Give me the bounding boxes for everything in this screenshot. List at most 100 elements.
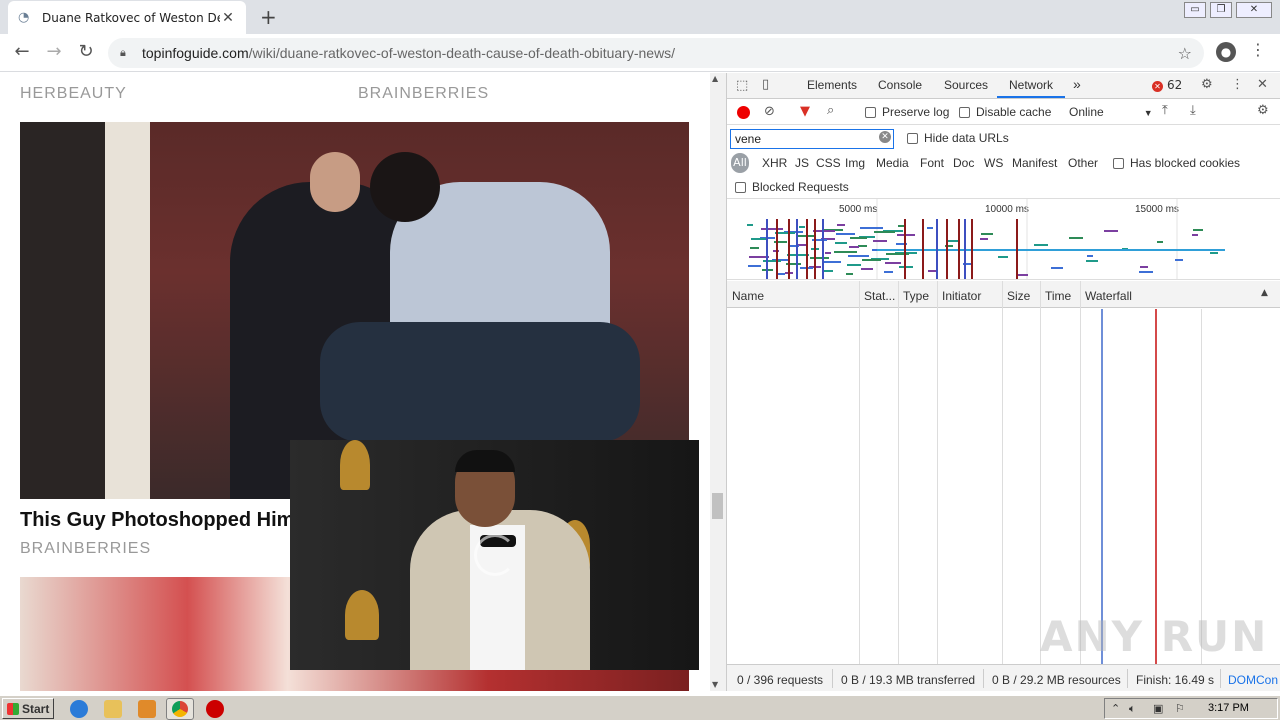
- column-initiator[interactable]: Initiator: [942, 289, 981, 303]
- column-divider[interactable]: [898, 281, 899, 664]
- tab-network[interactable]: Network: [1009, 78, 1053, 92]
- more-tabs-icon[interactable]: »: [1073, 76, 1081, 92]
- type-filter-ws[interactable]: WS: [984, 156, 1003, 170]
- windows-taskbar: Start ⌃ 🔈︎ ▣ ⚐ 3:17 PM: [0, 694, 1280, 720]
- account-avatar-icon[interactable]: ●: [1216, 42, 1236, 62]
- waterfall-gridline: [1201, 309, 1202, 664]
- column-status[interactable]: Stat...: [864, 289, 895, 303]
- load-line: [1155, 309, 1157, 664]
- search-icon[interactable]: ⌕: [827, 103, 834, 118]
- column-time[interactable]: Time: [1045, 289, 1071, 303]
- bookmark-star-icon[interactable]: ☆: [1178, 44, 1192, 63]
- blocked-requests-checkbox[interactable]: Blocked Requests: [735, 180, 849, 194]
- tab-sources[interactable]: Sources: [944, 78, 988, 92]
- clear-icon[interactable]: ⊘: [764, 104, 775, 119]
- settings-gear-icon[interactable]: ⚙: [1201, 77, 1213, 92]
- folder-icon[interactable]: [104, 700, 122, 718]
- filter-input[interactable]: vene: [730, 129, 894, 149]
- tab-console[interactable]: Console: [878, 78, 922, 92]
- browser-menu-icon[interactable]: ⋮: [1250, 40, 1266, 59]
- type-filter-font[interactable]: Font: [920, 156, 944, 170]
- type-filter-manifest[interactable]: Manifest: [1012, 156, 1057, 170]
- security-app-icon[interactable]: [206, 700, 224, 718]
- column-type[interactable]: Type: [903, 289, 929, 303]
- sort-ascending-icon[interactable]: ▲: [1261, 288, 1268, 298]
- media-player-icon[interactable]: [138, 700, 156, 718]
- filter-icon[interactable]: ▼: [800, 104, 810, 119]
- throttle-select[interactable]: Online ▼: [1069, 105, 1153, 119]
- devtools-menu-icon[interactable]: ⋮: [1231, 77, 1244, 92]
- column-divider[interactable]: [1040, 281, 1041, 664]
- column-divider[interactable]: [859, 281, 860, 664]
- type-filter-css[interactable]: CSS: [816, 156, 841, 170]
- system-tray: ⌃ 🔈︎ ▣ ⚐: [1104, 698, 1278, 719]
- loading-spinner-icon: [474, 534, 516, 576]
- error-icon: ✕: [1152, 81, 1163, 92]
- type-filter-xhr[interactable]: XHR: [762, 156, 787, 170]
- page-scrollbar[interactable]: [710, 73, 726, 691]
- browser-toolbar: ← → ↻ 🔒︎ topinfoguide.com/wiki/duane-rat…: [0, 34, 1280, 72]
- type-filter-media[interactable]: Media: [876, 156, 909, 170]
- ie-icon[interactable]: [70, 700, 88, 718]
- disable-cache-checkbox[interactable]: Disable cache: [959, 105, 1051, 119]
- tray-expand-icon[interactable]: ⌃: [1111, 702, 1120, 715]
- tab-elements[interactable]: Elements: [807, 78, 857, 92]
- column-name[interactable]: Name: [732, 289, 764, 303]
- new-tab-button[interactable]: +: [260, 5, 277, 29]
- network-icon[interactable]: ▣: [1153, 702, 1163, 715]
- source-label-herbeauty[interactable]: HERBEAUTY: [20, 85, 127, 103]
- minimize-button[interactable]: ▭: [1184, 2, 1206, 18]
- site-favicon-icon: ◔: [18, 9, 30, 25]
- inspect-element-icon[interactable]: ⬚: [736, 78, 748, 93]
- scrollbar-thumb[interactable]: [712, 493, 723, 519]
- chrome-taskbar-button[interactable]: [166, 698, 194, 720]
- network-settings-icon[interactable]: ⚙: [1257, 103, 1269, 118]
- windows-logo-icon: [7, 702, 19, 715]
- status-domcontentloaded: DOMCon: [1228, 673, 1279, 687]
- floating-video-player[interactable]: [290, 440, 699, 670]
- column-divider[interactable]: [1080, 281, 1081, 664]
- scroll-up-arrow-icon[interactable]: ▲: [712, 74, 718, 83]
- column-divider[interactable]: [1002, 281, 1003, 664]
- column-size[interactable]: Size: [1007, 289, 1030, 303]
- has-blocked-cookies-checkbox[interactable]: Has blocked cookies: [1113, 156, 1240, 170]
- network-overview-timeline[interactable]: 5000 ms 10000 ms 15000 ms: [727, 198, 1280, 280]
- url-text: topinfoguide.com/wiki/duane-ratkovec-of-…: [142, 45, 676, 61]
- source-label-brainberries[interactable]: BRAINBERRIES: [358, 85, 489, 103]
- type-filter-img[interactable]: Img: [845, 156, 865, 170]
- restore-button[interactable]: ❐: [1210, 2, 1232, 18]
- volume-icon[interactable]: 🔈︎: [1129, 702, 1136, 716]
- start-button[interactable]: Start: [2, 698, 54, 719]
- overview-bars: [747, 199, 1225, 279]
- status-transferred: 0 B / 19.3 MB transferred: [841, 673, 976, 687]
- device-toolbar-icon[interactable]: ▯: [762, 77, 769, 92]
- anyrun-watermark: ANY RUN: [1040, 612, 1269, 661]
- close-devtools-icon[interactable]: ✕: [1257, 77, 1268, 92]
- preserve-log-checkbox[interactable]: Preserve log: [865, 105, 949, 119]
- headline-source-label[interactable]: BRAINBERRIES: [20, 540, 151, 558]
- address-bar[interactable]: 🔒︎ topinfoguide.com/wiki/duane-ratkovec-…: [108, 38, 1204, 68]
- browser-tab[interactable]: ◔ Duane Ratkovec of Weston Death - ✕: [8, 1, 246, 34]
- column-waterfall[interactable]: Waterfall: [1085, 289, 1132, 303]
- article-headline[interactable]: This Guy Photoshopped Hims: [20, 509, 306, 532]
- request-table-header: Name Stat... Type Initiator Size Time Wa…: [727, 281, 1280, 308]
- tab-close-icon[interactable]: ✕: [220, 10, 236, 26]
- forward-button[interactable]: →: [42, 40, 66, 64]
- import-har-icon[interactable]: ⤒: [1162, 103, 1168, 118]
- error-count-badge[interactable]: ✕ 62: [1152, 78, 1182, 92]
- type-filter-doc[interactable]: Doc: [953, 156, 974, 170]
- scroll-down-arrow-icon[interactable]: ▼: [712, 680, 718, 689]
- type-filter-js[interactable]: JS: [795, 156, 809, 170]
- column-divider[interactable]: [937, 281, 938, 664]
- clear-filter-icon[interactable]: ✕: [879, 131, 891, 143]
- back-button[interactable]: ←: [10, 40, 34, 64]
- export-har-icon[interactable]: ⤓: [1190, 103, 1196, 118]
- hide-data-urls-checkbox[interactable]: Hide data URLs: [907, 131, 1009, 145]
- status-finish: Finish: 16.49 s: [1136, 673, 1215, 687]
- type-filter-other[interactable]: Other: [1068, 156, 1098, 170]
- reload-button[interactable]: ↻: [74, 40, 98, 64]
- type-filter-all[interactable]: All: [731, 153, 749, 173]
- close-window-button[interactable]: ✕: [1236, 2, 1272, 18]
- action-center-flag-icon[interactable]: ⚐: [1175, 702, 1185, 715]
- record-icon[interactable]: [737, 106, 750, 119]
